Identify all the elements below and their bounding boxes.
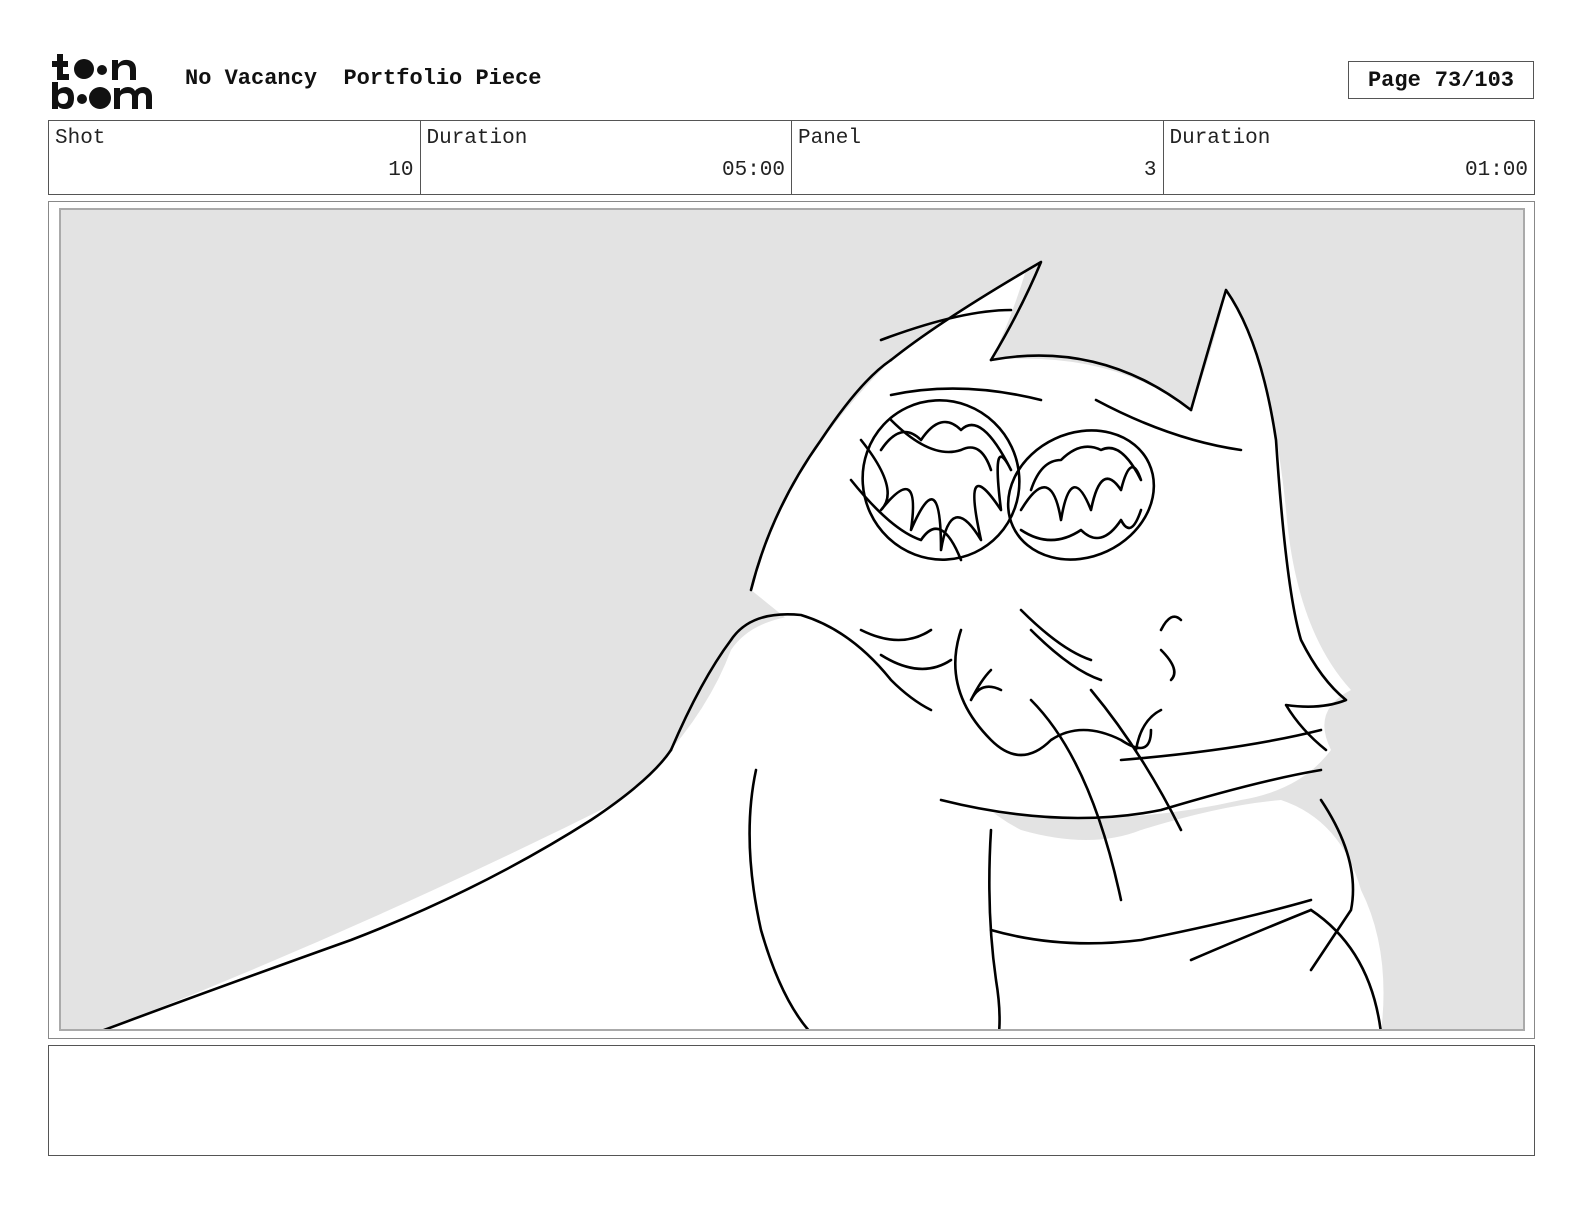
project-title: No Vacancy Portfolio Piece (185, 66, 541, 91)
toonboom-logo (52, 54, 152, 109)
notes-box (48, 1045, 1535, 1156)
shot-duration-label: Duration (426, 127, 528, 150)
shot-cell: Shot 10 (49, 121, 421, 194)
shot-value: 10 (388, 159, 414, 182)
shot-duration-cell: Duration 05:00 (421, 121, 792, 194)
panel-label: Panel (798, 127, 862, 150)
shot-label: Shot (55, 127, 106, 150)
shot-info-row: Shot 10 Duration 05:00 Panel 3 Duration … (48, 120, 1535, 195)
panel-cell: Panel 3 (792, 121, 1164, 194)
panel-duration-value: 01:00 (1464, 159, 1528, 182)
page-indicator: Page 73/103 (1348, 61, 1534, 99)
page-label: Page (1367, 67, 1421, 93)
panel-duration-cell: Duration 01:00 (1164, 121, 1535, 194)
panel-value: 3 (1143, 159, 1157, 182)
project-subtitle: Portfolio Piece (343, 66, 542, 91)
storyboard-sketch-icon (102, 260, 1384, 1029)
project-name: No Vacancy (185, 66, 318, 91)
page-number: 73/103 (1434, 67, 1515, 93)
panel-duration-label: Duration (1169, 127, 1271, 150)
storyboard-panel (59, 208, 1525, 1031)
shot-duration-value: 05:00 (721, 159, 785, 182)
